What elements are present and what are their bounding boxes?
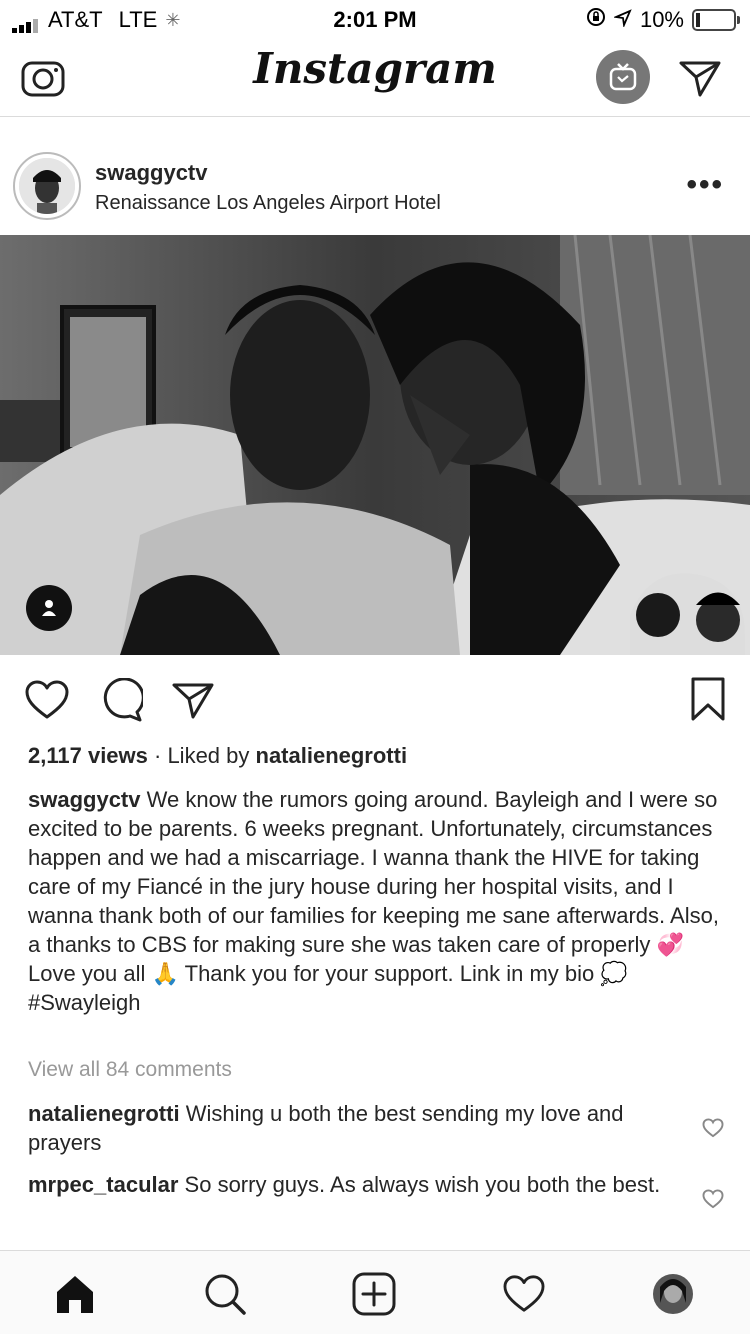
- comment-username[interactable]: natalienegrotti: [28, 1101, 180, 1126]
- views-likes-line: 2,117 views · Liked by natalienegrotti: [28, 743, 407, 769]
- battery-percent: 10%: [639, 7, 684, 32]
- direct-message-icon: [679, 61, 721, 97]
- igtv-button[interactable]: [596, 50, 650, 104]
- comment-like-button[interactable]: [702, 1118, 724, 1143]
- activity-icon: [503, 1275, 545, 1312]
- direct-message-button[interactable]: [676, 54, 724, 102]
- status-bar: AT&T LTE ✳ 2:01 PM 10%: [0, 0, 750, 38]
- post-location[interactable]: Renaissance Los Angeles Airport Hotel: [95, 192, 441, 215]
- post-header: swaggyctv Renaissance Los Angeles Airpor…: [0, 140, 750, 235]
- location-arrow-icon: [612, 7, 632, 33]
- nav-activity[interactable]: [499, 1269, 549, 1319]
- more-options-button[interactable]: •••: [686, 168, 724, 202]
- views-count[interactable]: 2,117 views: [28, 743, 148, 768]
- post-username[interactable]: swaggyctv: [95, 160, 208, 186]
- battery-icon: [692, 9, 740, 31]
- search-icon: [205, 1274, 246, 1315]
- profile-avatar: [653, 1274, 693, 1314]
- user-tag-icon: [42, 600, 56, 616]
- comment-button[interactable]: [96, 675, 146, 725]
- comment-text: So sorry guys. As always wish you both t…: [184, 1172, 661, 1197]
- nav-search[interactable]: [200, 1269, 250, 1319]
- heart-icon: [702, 1189, 724, 1209]
- home-icon: [57, 1276, 93, 1313]
- caption-text: We know the rumors going around. Bayleig…: [28, 787, 719, 1015]
- bookmark-icon: [691, 677, 725, 721]
- view-all-comments-link[interactable]: View all 84 comments: [28, 1058, 232, 1082]
- heart-icon: [702, 1118, 724, 1138]
- photo-image: [0, 235, 750, 655]
- comment-item: mrpec_tacular So sorry guys. As always w…: [28, 1170, 688, 1199]
- avatar: [19, 158, 75, 214]
- post-actions: [0, 655, 750, 745]
- nav-home[interactable]: [50, 1269, 100, 1319]
- save-button[interactable]: [684, 673, 732, 725]
- nav-new-post[interactable]: [349, 1269, 399, 1319]
- share-button[interactable]: [168, 675, 218, 725]
- new-post-icon: [352, 1272, 396, 1316]
- comment-username[interactable]: mrpec_tacular: [28, 1172, 178, 1197]
- caption-username[interactable]: swaggyctv: [28, 787, 141, 812]
- igtv-icon: [609, 63, 637, 91]
- like-button[interactable]: [22, 675, 72, 725]
- post-photo[interactable]: [0, 235, 750, 655]
- app-header: Instagram: [0, 38, 750, 117]
- post-caption: swaggyctv We know the rumors going aroun…: [28, 785, 728, 1017]
- comment-icon: [103, 678, 143, 722]
- comment-like-button[interactable]: [702, 1189, 724, 1214]
- comment-item: natalienegrotti Wishing u both the best …: [28, 1099, 688, 1157]
- send-icon: [172, 683, 214, 719]
- orientation-lock-icon: [586, 7, 606, 33]
- nav-profile[interactable]: [648, 1269, 698, 1319]
- heart-icon: [25, 680, 69, 719]
- liked-by-user[interactable]: natalienegrotti: [256, 743, 408, 768]
- liked-by-prefix: · Liked by: [147, 743, 256, 768]
- tagged-people-button[interactable]: [26, 585, 72, 631]
- status-right: 10%: [586, 7, 740, 33]
- bottom-nav: [0, 1250, 750, 1334]
- post-author-avatar[interactable]: [13, 152, 81, 220]
